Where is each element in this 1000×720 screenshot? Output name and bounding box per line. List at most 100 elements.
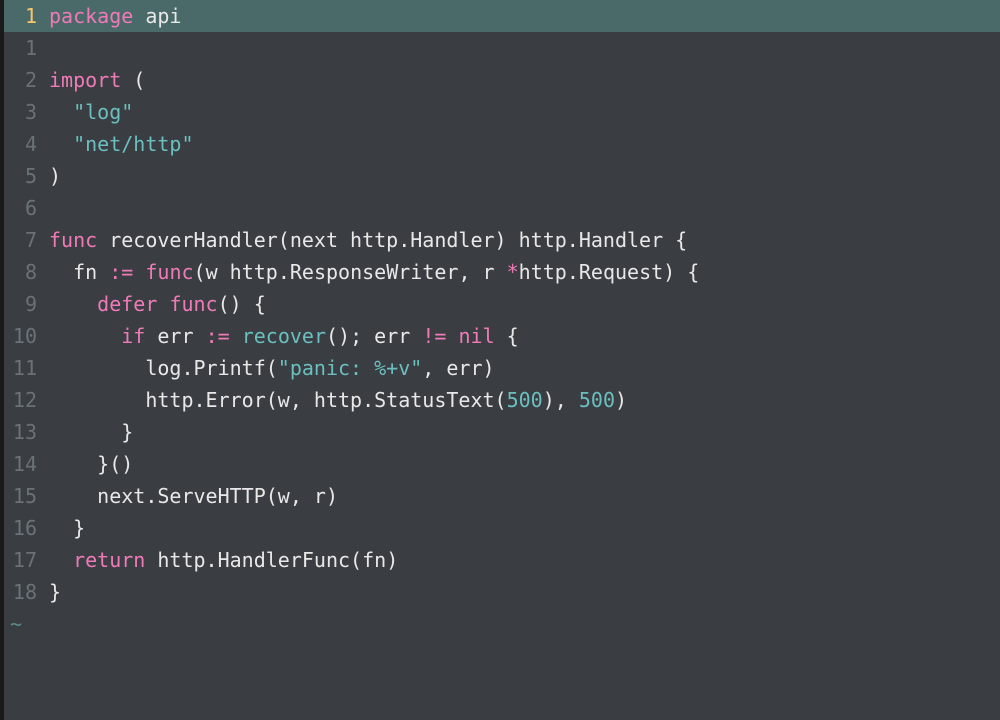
code-line[interactable]: 7func recoverHandler(next http.Handler) …: [4, 224, 1000, 256]
code-content[interactable]: log.Printf("panic: %+v", err): [49, 352, 1000, 384]
line-number: 16: [4, 512, 49, 544]
token: w, http.StatusText: [278, 388, 495, 412]
line-number: 18: [4, 576, 49, 608]
code-content[interactable]: ): [49, 160, 1000, 192]
token: w http.ResponseWriter, r: [206, 260, 507, 284]
token: fn: [362, 548, 386, 572]
code-line[interactable]: 17 return http.HandlerFunc(fn): [4, 544, 1000, 576]
token: [49, 100, 73, 124]
token: :=: [109, 260, 133, 284]
token: next.ServeHTTP: [49, 484, 266, 508]
token: log.Printf: [49, 356, 266, 380]
token: http.Error: [49, 388, 266, 412]
line-number: 13: [4, 416, 49, 448]
line-number: 14: [4, 448, 49, 480]
code-line[interactable]: 9 defer func() {: [4, 288, 1000, 320]
token: [49, 132, 73, 156]
line-number: 15: [4, 480, 49, 512]
token: [495, 324, 507, 348]
token: 500: [579, 388, 615, 412]
code-line[interactable]: 14 }(): [4, 448, 1000, 480]
token: (): [326, 324, 350, 348]
token: defer: [97, 292, 157, 316]
line-number: 12: [4, 384, 49, 416]
code-content[interactable]: "log": [49, 96, 1000, 128]
token: [157, 292, 169, 316]
code-content[interactable]: http.Error(w, http.StatusText(500), 500): [49, 384, 1000, 416]
token: ): [386, 548, 398, 572]
token: func: [169, 292, 217, 316]
code-editor[interactable]: 1package api12import (3 "log"4 "net/http…: [4, 0, 1000, 720]
token: {: [675, 228, 687, 252]
code-content[interactable]: "net/http": [49, 128, 1000, 160]
line-number: 10: [4, 320, 49, 352]
empty-line-tilde: ~: [4, 608, 1000, 640]
token: [49, 292, 97, 316]
token: [675, 260, 687, 284]
code-line[interactable]: 6: [4, 192, 1000, 224]
token: ,: [555, 388, 579, 412]
code-content[interactable]: import (: [49, 64, 1000, 96]
code-line[interactable]: 11 log.Printf("panic: %+v", err): [4, 352, 1000, 384]
token: fn: [49, 260, 109, 284]
token: w, r: [278, 484, 326, 508]
code-content[interactable]: }: [49, 416, 1000, 448]
token: [49, 548, 73, 572]
line-number: 9: [4, 288, 49, 320]
code-line[interactable]: 1package api: [4, 0, 1000, 32]
code-line[interactable]: 1: [4, 32, 1000, 64]
code-content[interactable]: func recoverHandler(next http.Handler) h…: [49, 224, 1000, 256]
token: ): [543, 388, 555, 412]
token: [49, 420, 121, 444]
code-content[interactable]: }(): [49, 448, 1000, 480]
token: return: [73, 548, 145, 572]
line-number: 1: [4, 0, 49, 32]
code-content[interactable]: next.ServeHTTP(w, r): [49, 480, 1000, 512]
code-content[interactable]: if err := recover(); err != nil {: [49, 320, 1000, 352]
token: ): [326, 484, 338, 508]
code-line[interactable]: 3 "log": [4, 96, 1000, 128]
token: package: [49, 4, 133, 28]
code-line[interactable]: 12 http.Error(w, http.StatusText(500), 5…: [4, 384, 1000, 416]
token: (: [194, 260, 206, 284]
token: }: [49, 580, 61, 604]
code-line[interactable]: 10 if err := recover(); err != nil {: [4, 320, 1000, 352]
code-content[interactable]: }: [49, 512, 1000, 544]
token: nil: [458, 324, 494, 348]
token: ; err: [350, 324, 422, 348]
code-line[interactable]: 5): [4, 160, 1000, 192]
code-content[interactable]: package api: [49, 0, 1000, 32]
line-number: 6: [4, 192, 49, 224]
code-line[interactable]: 4 "net/http": [4, 128, 1000, 160]
code-content[interactable]: }: [49, 576, 1000, 608]
token: recover: [242, 324, 326, 348]
token: (: [495, 388, 507, 412]
token: "panic: %+v": [278, 356, 423, 380]
code-content[interactable]: fn := func(w http.ResponseWriter, r *htt…: [49, 256, 1000, 288]
token: http.HandlerFunc: [145, 548, 350, 572]
code-line[interactable]: 8 fn := func(w http.ResponseWriter, r *h…: [4, 256, 1000, 288]
token: }: [73, 516, 85, 540]
code-line[interactable]: 15 next.ServeHTTP(w, r): [4, 480, 1000, 512]
code-line[interactable]: 16 }: [4, 512, 1000, 544]
line-number: 4: [4, 128, 49, 160]
code-line[interactable]: 18}: [4, 576, 1000, 608]
token: "log": [73, 100, 133, 124]
token: }: [121, 420, 133, 444]
token: {: [507, 324, 519, 348]
token: import: [49, 68, 121, 92]
code-content[interactable]: return http.HandlerFunc(fn): [49, 544, 1000, 576]
code-line[interactable]: 13 }: [4, 416, 1000, 448]
token: :=: [206, 324, 230, 348]
token: ): [495, 228, 507, 252]
token: [121, 68, 133, 92]
line-number: 17: [4, 544, 49, 576]
line-number: 3: [4, 96, 49, 128]
token: [446, 324, 458, 348]
token: (: [266, 484, 278, 508]
token: [242, 292, 254, 316]
line-number: 1: [4, 32, 49, 64]
code-content[interactable]: defer func() {: [49, 288, 1000, 320]
code-line[interactable]: 2import (: [4, 64, 1000, 96]
token: func: [49, 228, 97, 252]
